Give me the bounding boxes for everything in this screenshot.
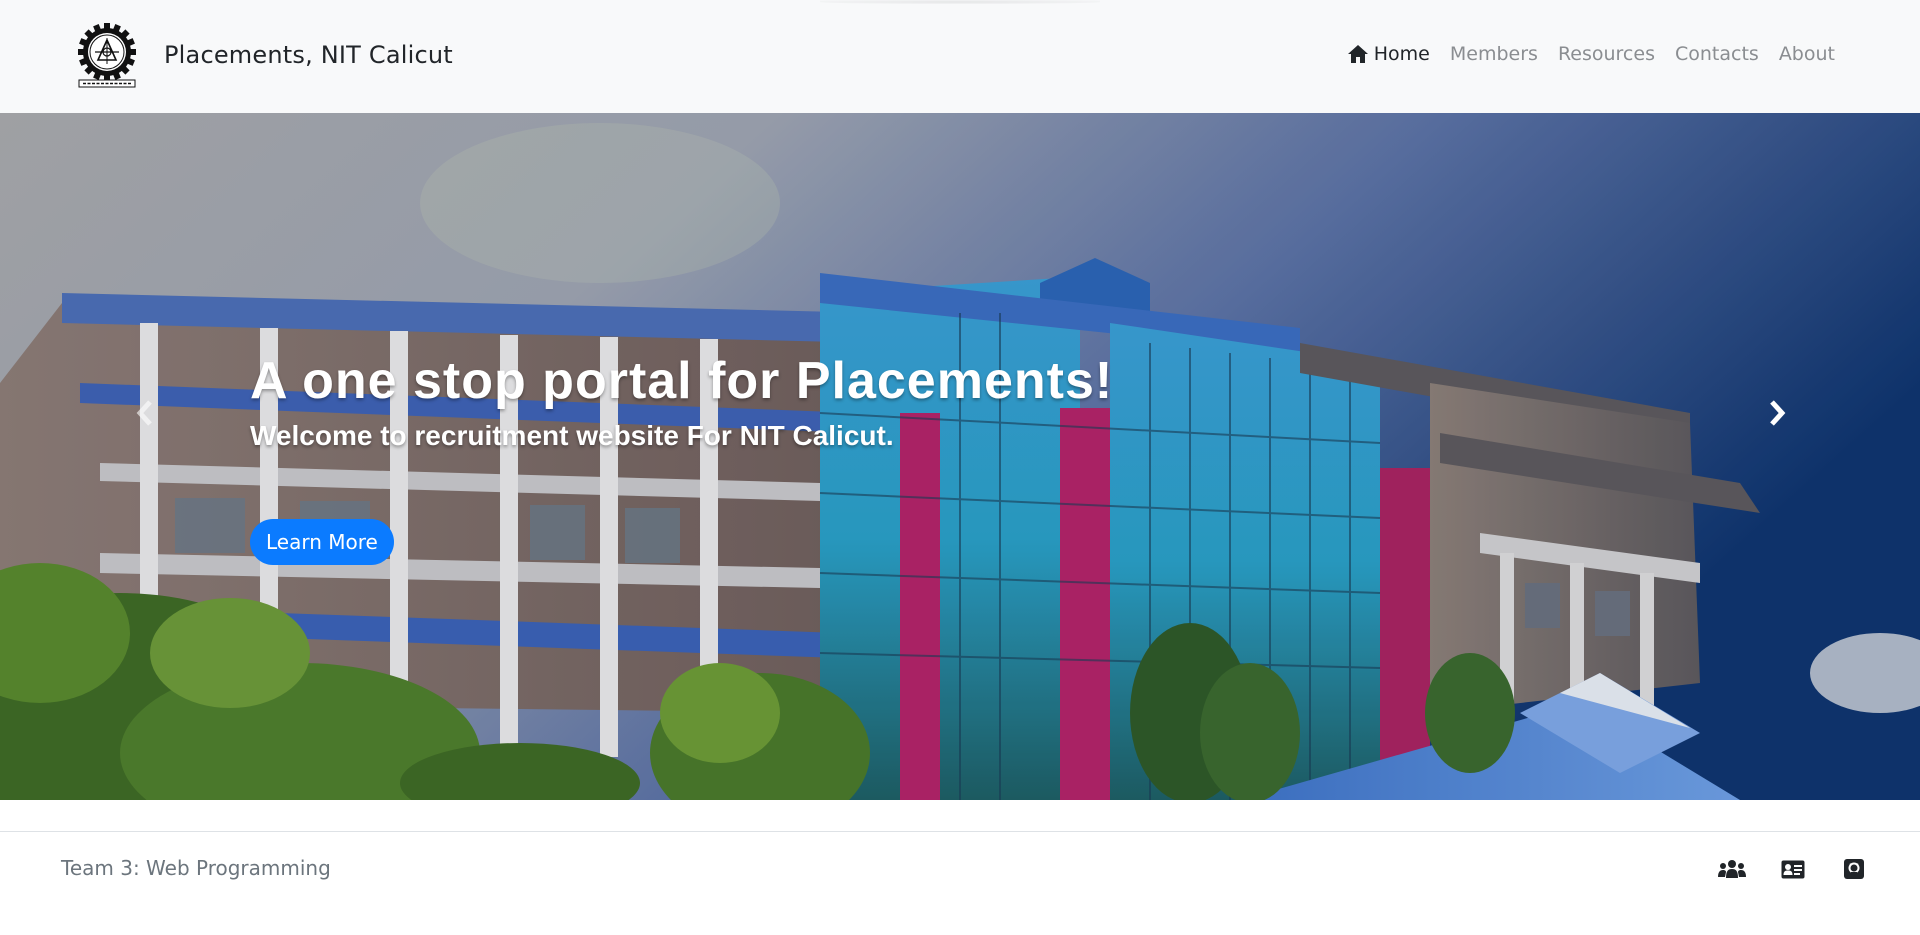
navbar: Placements, NIT Calicut Home Members Res… [0,0,1920,113]
chevron-right-icon [1770,400,1786,426]
nav-link-members[interactable]: Members [1450,43,1538,65]
learn-more-button[interactable]: Learn More [250,519,394,565]
nav-link-home[interactable]: Home [1347,43,1430,65]
campus-building-image [0,113,1920,800]
id-card-icon[interactable] [1779,856,1807,882]
carousel-prev-button[interactable] [115,383,175,443]
navbar-top-shadow [820,0,1100,4]
hero-title: A one stop portal for Placements! [250,352,1114,410]
home-icon [1347,45,1368,63]
brand-link[interactable]: Placements, NIT Calicut [75,22,453,88]
hero-carousel: A one stop portal for Placements! Welcom… [0,113,1920,800]
footer: Team 3: Web Programming [0,831,1920,935]
nit-calicut-emblem-icon [78,23,136,88]
footer-icon-links [1718,856,1868,882]
nav-link-resources[interactable]: Resources [1558,43,1655,65]
chevron-left-icon [136,400,152,426]
nav-link-home-label: Home [1373,43,1430,65]
hero-subtitle: Welcome to recruitment website For NIT C… [250,420,894,452]
footer-team-text: Team 3: Web Programming [61,856,331,880]
brand-title: Placements, NIT Calicut [164,41,453,69]
carousel-next-button[interactable] [1747,383,1807,443]
main-nav: Home Members Resources Contacts About [1347,43,1835,65]
nav-link-about[interactable]: About [1779,43,1835,65]
nav-link-contacts[interactable]: Contacts [1675,43,1759,65]
hero-caption: A one stop portal for Placements! Welcom… [250,352,1114,452]
github-icon[interactable] [1840,856,1868,882]
team-icon[interactable] [1718,856,1746,882]
